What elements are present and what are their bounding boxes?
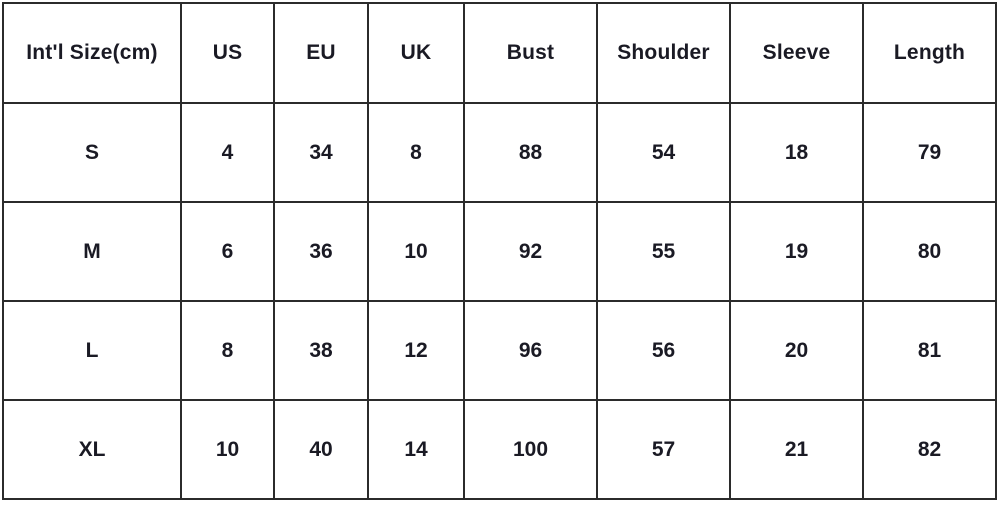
cell-eu: 34 bbox=[273, 102, 369, 203]
cell-length: 81 bbox=[862, 300, 997, 401]
table-header-row: Int'l Size(cm) US EU UK Bust Shoulder Sl… bbox=[2, 2, 997, 104]
column-header-sleeve: Sleeve bbox=[729, 2, 864, 104]
cell-sleeve: 21 bbox=[729, 399, 864, 500]
cell-bust: 100 bbox=[463, 399, 598, 500]
cell-us: 6 bbox=[180, 201, 275, 302]
size-chart-container: Int'l Size(cm) US EU UK Bust Shoulder Sl… bbox=[0, 0, 1001, 507]
cell-length: 82 bbox=[862, 399, 997, 500]
column-header-intl-size: Int'l Size(cm) bbox=[2, 2, 182, 104]
column-header-length: Length bbox=[862, 2, 997, 104]
cell-uk: 14 bbox=[367, 399, 465, 500]
table-row: M 6 36 10 92 55 19 80 bbox=[2, 201, 997, 302]
column-header-bust: Bust bbox=[463, 2, 598, 104]
cell-uk: 12 bbox=[367, 300, 465, 401]
cell-sleeve: 20 bbox=[729, 300, 864, 401]
cell-eu: 40 bbox=[273, 399, 369, 500]
cell-shoulder: 56 bbox=[596, 300, 731, 401]
column-header-uk: UK bbox=[367, 2, 465, 104]
size-chart-table: Int'l Size(cm) US EU UK Bust Shoulder Sl… bbox=[2, 2, 997, 500]
table-row: XL 10 40 14 100 57 21 82 bbox=[2, 399, 997, 500]
column-header-shoulder: Shoulder bbox=[596, 2, 731, 104]
cell-us: 10 bbox=[180, 399, 275, 500]
cell-size: XL bbox=[2, 399, 182, 500]
cell-shoulder: 57 bbox=[596, 399, 731, 500]
table-row: L 8 38 12 96 56 20 81 bbox=[2, 300, 997, 401]
cell-bust: 96 bbox=[463, 300, 598, 401]
cell-us: 4 bbox=[180, 102, 275, 203]
column-header-us: US bbox=[180, 2, 275, 104]
cell-size: L bbox=[2, 300, 182, 401]
cell-shoulder: 55 bbox=[596, 201, 731, 302]
cell-length: 80 bbox=[862, 201, 997, 302]
cell-eu: 38 bbox=[273, 300, 369, 401]
cell-uk: 8 bbox=[367, 102, 465, 203]
cell-size: M bbox=[2, 201, 182, 302]
cell-sleeve: 18 bbox=[729, 102, 864, 203]
column-header-eu: EU bbox=[273, 2, 369, 104]
cell-size: S bbox=[2, 102, 182, 203]
cell-sleeve: 19 bbox=[729, 201, 864, 302]
cell-uk: 10 bbox=[367, 201, 465, 302]
cell-us: 8 bbox=[180, 300, 275, 401]
cell-length: 79 bbox=[862, 102, 997, 203]
cell-shoulder: 54 bbox=[596, 102, 731, 203]
cell-eu: 36 bbox=[273, 201, 369, 302]
table-row: S 4 34 8 88 54 18 79 bbox=[2, 102, 997, 203]
cell-bust: 88 bbox=[463, 102, 598, 203]
cell-bust: 92 bbox=[463, 201, 598, 302]
